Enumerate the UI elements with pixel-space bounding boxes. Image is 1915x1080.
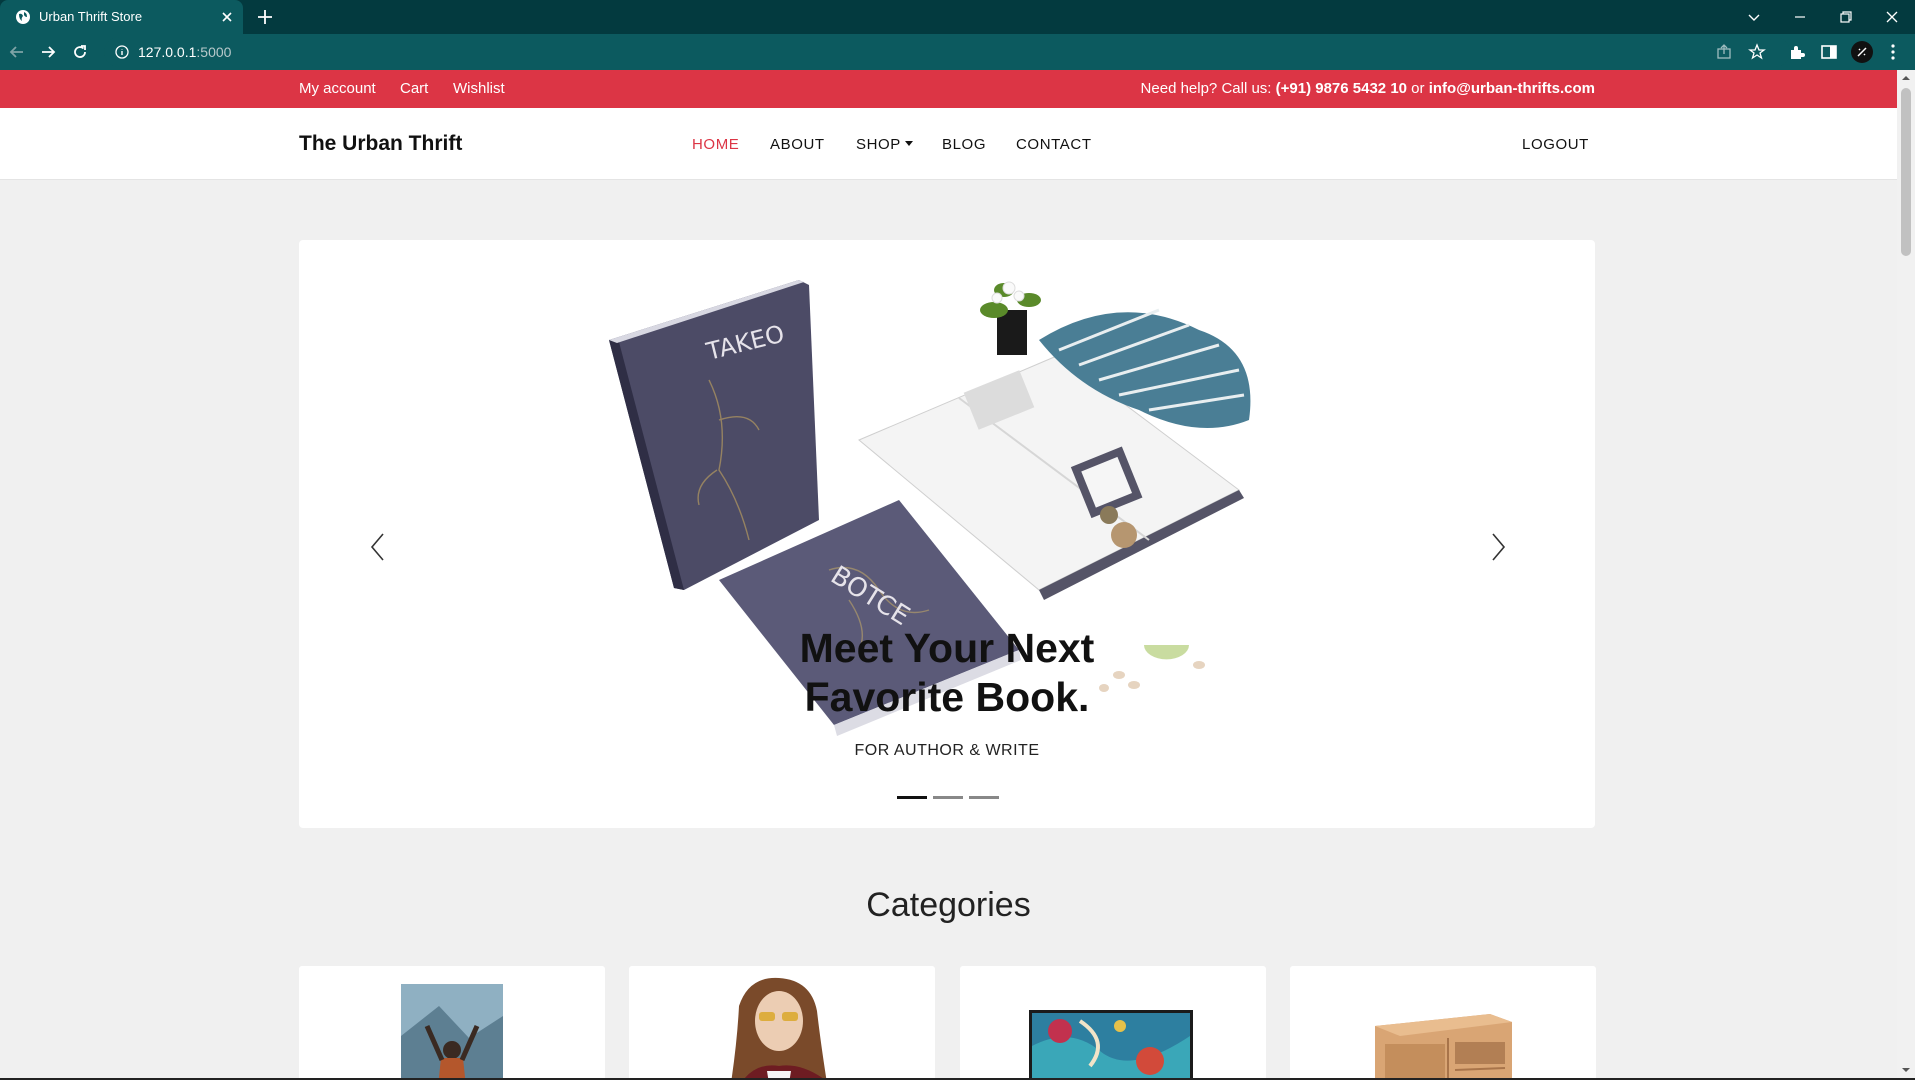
category-card-books[interactable]	[299, 966, 605, 1078]
nav-about[interactable]: ABOUT	[770, 136, 825, 154]
carousel-indicator-3[interactable]	[969, 796, 999, 799]
art-category-image	[1029, 1010, 1193, 1078]
minimize-icon[interactable]	[1790, 7, 1810, 27]
page-viewport: My account Cart Wishlist Need help? Call…	[0, 70, 1897, 1078]
logout-link[interactable]: LOGOUT	[1522, 136, 1589, 154]
address-bar[interactable]: 127.0.0.1:5000	[104, 37, 1790, 67]
books-category-image	[401, 984, 503, 1078]
main-navbar: The Urban Thrift HOME ABOUT SHOP BLOG CO…	[0, 108, 1897, 180]
nav-home[interactable]: HOME	[692, 136, 739, 154]
help-phone[interactable]: (+91) 9876 5432 10	[1276, 80, 1407, 97]
side-panel-icon[interactable]	[1819, 42, 1839, 62]
category-card-art[interactable]	[960, 966, 1266, 1078]
hero-title-line2: Favorite Book.	[804, 674, 1090, 720]
page-scrollbar[interactable]	[1897, 70, 1915, 1078]
browser-tab[interactable]: Urban Thrift Store	[0, 0, 243, 34]
carousel-indicator-1[interactable]	[897, 796, 927, 799]
url-host: 127.0.0.1	[138, 44, 197, 60]
caret-down-icon	[904, 141, 913, 146]
help-contact: Need help? Call us: (+91) 9876 5432 10 o…	[1141, 80, 1595, 98]
nav-shop-label: SHOP	[856, 136, 901, 153]
tab-search-icon[interactable]	[1744, 7, 1764, 27]
carousel-indicator-2[interactable]	[933, 796, 963, 799]
help-prefix: Need help? Call us:	[1140, 80, 1276, 97]
categories-heading: Categories	[866, 886, 1031, 924]
my-account-link[interactable]: My account	[299, 80, 376, 98]
extensions-icon[interactable]	[1787, 42, 1807, 62]
top-info-bar: My account Cart Wishlist Need help? Call…	[0, 70, 1897, 108]
nav-contact[interactable]: CONTACT	[1016, 136, 1092, 154]
bookmark-star-icon[interactable]	[1747, 42, 1767, 62]
site-brand[interactable]: The Urban Thrift	[299, 131, 462, 157]
share-icon[interactable]	[1714, 42, 1734, 62]
browser-tab-bar: Urban Thrift Store	[0, 0, 1915, 34]
close-window-icon[interactable]	[1882, 7, 1902, 27]
category-card-fashion[interactable]	[629, 966, 935, 1078]
category-card-furniture[interactable]	[1290, 966, 1596, 1078]
fashion-category-image	[731, 977, 827, 1078]
close-tab-icon[interactable]	[219, 9, 235, 25]
carousel-prev-icon[interactable]	[367, 530, 389, 564]
reload-icon[interactable]	[70, 42, 90, 62]
url-text: 127.0.0.1:5000	[138, 44, 231, 60]
restore-icon[interactable]	[1836, 7, 1856, 27]
hero-title-line1: Meet Your Next	[799, 625, 1095, 671]
scroll-up-arrow-icon[interactable]	[1901, 73, 1911, 83]
browser-toolbar: 127.0.0.1:5000	[0, 34, 1915, 70]
globe-icon	[16, 10, 30, 24]
help-email[interactable]: info@urban-thrifts.com	[1429, 80, 1595, 97]
carousel-next-icon[interactable]	[1487, 530, 1509, 564]
profile-icon	[1857, 47, 1867, 57]
cart-link[interactable]: Cart	[400, 80, 428, 98]
forward-icon[interactable]	[38, 42, 58, 62]
scrollbar-thumb[interactable]	[1901, 88, 1911, 256]
hero-carousel: TAKEO BOTCE Meet Your Next Favorite Book…	[299, 240, 1595, 828]
nav-shop[interactable]: SHOP	[856, 136, 913, 154]
hero-subtitle: FOR AUTHOR & WRITE	[854, 742, 1040, 759]
back-icon[interactable]	[7, 42, 27, 62]
site-info-icon[interactable]	[114, 44, 130, 60]
profile-avatar[interactable]	[1851, 41, 1873, 63]
scroll-down-arrow-icon[interactable]	[1901, 1065, 1911, 1075]
nav-blog[interactable]: BLOG	[942, 136, 986, 154]
url-port: :5000	[196, 44, 232, 60]
furniture-category-image	[1375, 1014, 1512, 1078]
hero-title: Meet Your Next Favorite Book.	[299, 624, 1595, 722]
wishlist-link[interactable]: Wishlist	[453, 80, 505, 98]
menu-kebab-icon[interactable]	[1883, 42, 1903, 62]
tab-title: Urban Thrift Store	[39, 9, 143, 24]
carousel-indicators	[897, 796, 999, 800]
help-or: or	[1407, 80, 1429, 97]
new-tab-icon[interactable]	[256, 8, 274, 26]
